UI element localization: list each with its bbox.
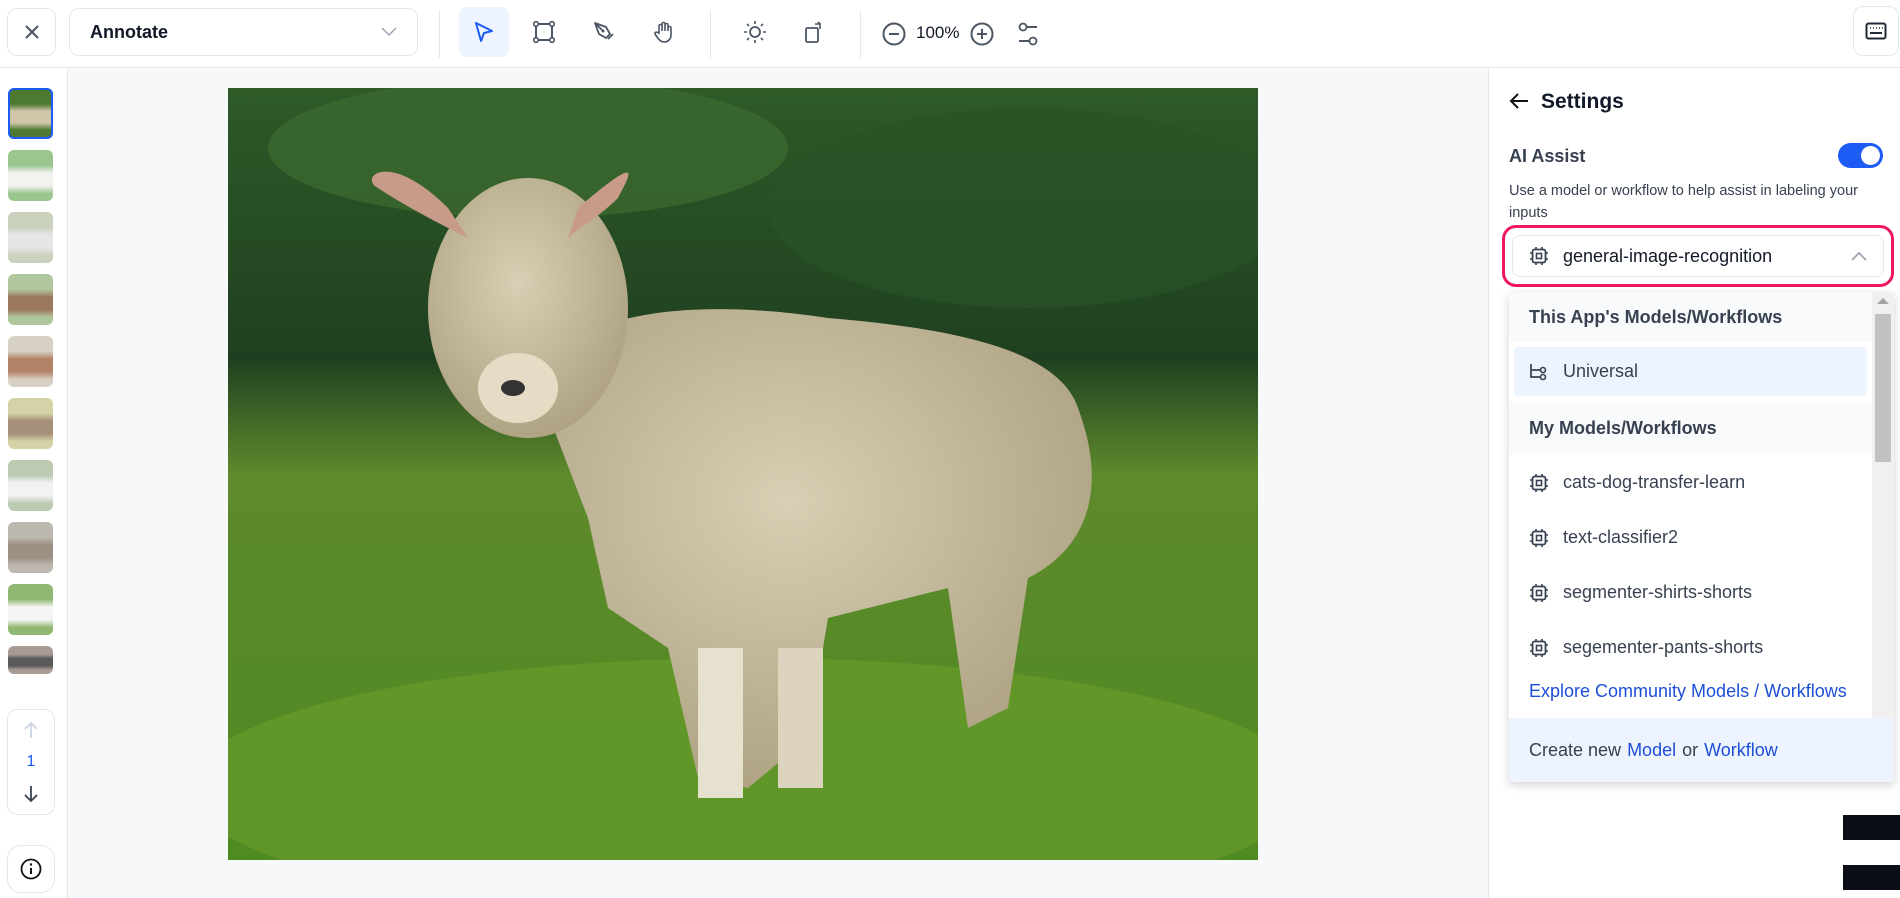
hand-tool-button[interactable] bbox=[639, 7, 689, 57]
thumbnail[interactable] bbox=[8, 274, 53, 325]
chip-icon bbox=[1530, 528, 1548, 547]
model-dropdown: This App's Models/Workflows Universal My… bbox=[1509, 292, 1894, 782]
keyboard-icon bbox=[1865, 22, 1887, 40]
dropdown-item-model[interactable]: segmenter-shirts-shorts bbox=[1509, 565, 1872, 620]
ai-assist-label: AI Assist bbox=[1509, 146, 1586, 166]
thumbnail[interactable] bbox=[8, 336, 53, 387]
pen-tool-button[interactable] bbox=[579, 7, 629, 57]
section-header-app: This App's Models/Workflows bbox=[1509, 292, 1872, 342]
ai-assist-toggle[interactable] bbox=[1838, 143, 1883, 168]
mode-select-value: Annotate bbox=[90, 21, 168, 42]
info-button[interactable] bbox=[7, 845, 55, 893]
divider bbox=[439, 10, 440, 58]
zoom-in-icon[interactable] bbox=[969, 21, 995, 47]
create-new-row: Create new Model or Workflow bbox=[1509, 718, 1894, 782]
chevron-down-icon bbox=[381, 27, 397, 37]
thumbnail[interactable] bbox=[8, 460, 53, 511]
pointer-tool-button[interactable] bbox=[459, 7, 509, 57]
zoom-level: 100% bbox=[916, 23, 960, 42]
item-label: text-classifier2 bbox=[1563, 527, 1679, 547]
divider bbox=[860, 10, 861, 58]
thumbnail[interactable] bbox=[8, 150, 53, 201]
lamb-image[interactable] bbox=[228, 88, 1258, 860]
pen-icon bbox=[594, 22, 614, 40]
thumbnail[interactable] bbox=[8, 522, 53, 573]
back-arrow-icon[interactable] bbox=[1509, 92, 1529, 110]
create-prefix: Create new bbox=[1529, 739, 1622, 760]
rotate-button[interactable] bbox=[789, 7, 839, 57]
thumbnail[interactable] bbox=[8, 398, 53, 449]
pointer-icon bbox=[475, 22, 493, 42]
dropdown-item-model[interactable]: text-classifier2 bbox=[1509, 510, 1872, 565]
create-workflow-link[interactable]: Workflow bbox=[1704, 740, 1778, 761]
divider bbox=[710, 10, 711, 58]
dropdown-scrollbar[interactable] bbox=[1872, 292, 1894, 748]
chip-icon bbox=[1530, 638, 1548, 657]
mode-select[interactable]: Annotate bbox=[69, 8, 418, 56]
section-header-mine: My Models/Workflows bbox=[1509, 401, 1872, 455]
arrow-up-icon[interactable] bbox=[23, 721, 39, 739]
explore-community-link[interactable]: Explore Community Models / Workflows bbox=[1529, 681, 1847, 701]
adjustments-icon[interactable] bbox=[1016, 20, 1040, 48]
keyboard-shortcuts-button[interactable] bbox=[1853, 6, 1899, 56]
thumbnail[interactable] bbox=[8, 584, 53, 635]
item-label: segementer-pants-shorts bbox=[1563, 637, 1764, 657]
scroll-up-icon[interactable] bbox=[1877, 298, 1889, 304]
dropdown-item-universal[interactable]: Universal bbox=[1514, 347, 1867, 396]
chip-icon bbox=[1530, 473, 1548, 492]
workflow-icon bbox=[1530, 363, 1547, 380]
scrollbar-thumb[interactable] bbox=[1875, 314, 1891, 462]
toggle-knob bbox=[1861, 146, 1880, 165]
chip-icon bbox=[1530, 583, 1548, 602]
brightness-icon bbox=[744, 21, 766, 43]
pager: 1 bbox=[7, 709, 55, 815]
close-button[interactable] bbox=[7, 8, 56, 56]
info-icon bbox=[20, 858, 42, 880]
dropdown-item-model[interactable]: segementer-pants-shorts bbox=[1509, 620, 1872, 675]
bounding-box-icon bbox=[532, 20, 556, 44]
item-label: cats-dog-transfer-learn bbox=[1563, 472, 1746, 492]
item-label: segmenter-shirts-shorts bbox=[1563, 582, 1753, 602]
model-select[interactable]: general-image-recognition bbox=[1502, 225, 1894, 287]
rotate-icon bbox=[805, 21, 821, 43]
hand-icon bbox=[654, 21, 672, 43]
settings-title: Settings bbox=[1541, 90, 1624, 113]
chevron-up-icon bbox=[1851, 251, 1867, 261]
bounding-box-tool-button[interactable] bbox=[519, 7, 569, 57]
item-label: Universal bbox=[1563, 361, 1639, 381]
thumbnail[interactable] bbox=[8, 212, 53, 263]
zoom-out-icon[interactable] bbox=[881, 21, 907, 47]
ai-assist-description: Use a model or workflow to help assist i… bbox=[1509, 183, 1858, 221]
dropdown-item-model[interactable]: cats-dog-transfer-learn bbox=[1509, 455, 1872, 510]
create-model-link[interactable]: Model bbox=[1627, 740, 1676, 761]
page-number: 1 bbox=[26, 753, 36, 770]
chip-icon bbox=[1530, 247, 1548, 265]
floating-widget[interactable] bbox=[1843, 815, 1900, 890]
close-icon bbox=[24, 25, 39, 39]
thumbnail[interactable] bbox=[8, 646, 53, 674]
arrow-down-icon[interactable] bbox=[23, 785, 39, 803]
selected-model: general-image-recognition bbox=[1563, 245, 1773, 266]
brightness-button[interactable] bbox=[730, 7, 780, 57]
create-or: or bbox=[1682, 739, 1699, 760]
thumbnail[interactable] bbox=[8, 88, 53, 139]
